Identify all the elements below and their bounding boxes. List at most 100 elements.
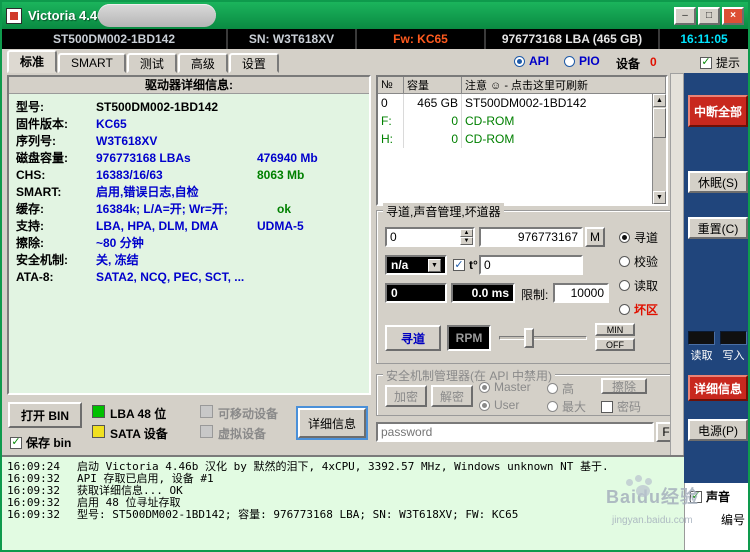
hint-checkbox[interactable]: ✓ — [700, 56, 712, 69]
password-checkbox[interactable] — [601, 400, 613, 413]
verify-radio[interactable] — [619, 256, 630, 267]
off-button[interactable]: OFF — [595, 338, 635, 351]
temperature-input[interactable] — [479, 255, 583, 275]
scroll-up-icon[interactable]: ▲ — [653, 94, 666, 107]
break-all-button[interactable]: 中断全部 — [688, 95, 748, 127]
password-check-label: 密码 — [617, 400, 642, 414]
master-label: Master — [494, 380, 531, 394]
start-lba-input[interactable] — [387, 229, 460, 245]
dropdown-arrow-icon[interactable]: ▼ — [428, 258, 441, 272]
api-mode-option[interactable]: API — [514, 54, 549, 68]
tab-advanced[interactable]: 高级 — [177, 53, 228, 73]
field-label: 磁盘容量: — [16, 151, 68, 165]
device-capacity: 0 — [404, 130, 462, 148]
virtual-legend-swatch — [200, 425, 213, 438]
read-radio[interactable] — [619, 280, 630, 291]
sound-checkbox[interactable]: ✓ — [690, 490, 702, 503]
password-input[interactable] — [376, 422, 654, 442]
field-label: 擦除: — [16, 236, 44, 250]
mode-verify-option[interactable]: 校验 — [619, 253, 658, 270]
event-log[interactable]: 16:09:24 启动 Victoria 4.46b 汉化 by 默然的泪下, 4… — [2, 455, 684, 550]
minimize-button[interactable]: – — [674, 6, 696, 25]
lba48-legend-swatch — [92, 405, 105, 418]
user-option[interactable]: User — [479, 398, 519, 412]
reset-button[interactable]: 重置(C) — [688, 217, 748, 239]
max-lba-button[interactable]: M — [585, 227, 605, 247]
read-indicator-label: 读取 — [690, 350, 713, 362]
sleep-button[interactable]: 休眠(S) — [688, 171, 748, 193]
field-label: ATA-8: — [16, 270, 54, 284]
device-row[interactable]: F: 0 CD-ROM — [378, 112, 666, 130]
pio-mode-option[interactable]: PIO — [564, 54, 600, 68]
high-radio[interactable] — [547, 383, 558, 394]
number-label: 编号 — [721, 513, 746, 527]
slider-thumb[interactable] — [523, 328, 534, 348]
acoustic-dropdown[interactable]: n/a ▼ — [385, 255, 447, 275]
max-option[interactable]: 最大 — [547, 398, 586, 415]
tab-smart[interactable]: SMART — [58, 53, 126, 73]
log-message: 型号: ST500DM002-1BD142; 容量: 976773168 LBA… — [77, 508, 519, 521]
user-radio[interactable] — [479, 399, 490, 411]
close-button[interactable]: × — [722, 6, 744, 25]
infobar-clock: 16:11:05 — [680, 32, 728, 46]
col-header-capacity[interactable]: 容量 — [404, 77, 462, 93]
temperature-option[interactable]: ✓ t° — [453, 258, 478, 272]
seek-radio[interactable] — [619, 232, 630, 243]
device-table-header[interactable]: № 容量 注意 ☺ - 点击这里可刷新 — [378, 77, 666, 94]
infobar-model: ST500DM002-1BD142 — [2, 29, 228, 49]
scroll-down-icon[interactable]: ▼ — [653, 191, 666, 204]
encrypt-button[interactable]: 加密 — [385, 385, 427, 407]
bad-radio[interactable] — [619, 304, 630, 315]
high-option[interactable]: 高 — [547, 380, 574, 397]
details-button[interactable]: 详细信息 — [298, 408, 366, 438]
device-row[interactable]: 0 465 GB ST500DM002-1BD142 — [378, 94, 666, 112]
save-bin-checkbox[interactable]: ✓ — [10, 436, 22, 449]
limit-input[interactable] — [553, 283, 609, 303]
spin-down-icon[interactable]: ▼ — [460, 237, 473, 245]
tab-bar: 标准 SMART 测试 高级 设置 API PIO 设备 0 ✓ 提示 — [2, 49, 748, 73]
sidebar-details-button[interactable]: 详细信息 — [688, 375, 748, 401]
end-lba-input[interactable] — [479, 227, 583, 247]
tab-settings[interactable]: 设置 — [228, 53, 279, 73]
acoustic-slider[interactable] — [499, 325, 587, 351]
seek-start-button[interactable]: 寻道 — [385, 325, 441, 351]
api-radio[interactable] — [514, 55, 525, 67]
mode-seek-option[interactable]: 寻道 — [619, 229, 658, 246]
field-label: CHS: — [16, 168, 46, 182]
device-table: № 容量 注意 ☺ - 点击这里可刷新 0 465 GB ST500DM002-… — [376, 75, 668, 206]
maximize-button[interactable]: □ — [698, 6, 720, 25]
tab-standard[interactable]: 标准 — [7, 50, 58, 73]
mode-bad-option[interactable]: 坏区 — [619, 301, 658, 318]
lba48-legend-label: LBA 48 位 — [110, 407, 167, 421]
password-option[interactable]: 密码 — [601, 398, 641, 415]
erase-button[interactable]: 擦除 — [601, 378, 647, 394]
device-row[interactable]: H: 0 CD-ROM — [378, 130, 666, 148]
mode-read-option[interactable]: 读取 — [619, 277, 658, 294]
field-value: 16383/16/63 — [96, 168, 163, 182]
drive-info-rows: 型号: ST500DM002-1BD142 固件版本: KC65 序列号: W3T61… — [9, 94, 369, 286]
maximize-icon: □ — [705, 9, 713, 21]
power-button[interactable]: 电源(P) — [688, 419, 748, 441]
max-radio[interactable] — [547, 401, 558, 412]
tab-test[interactable]: 测试 — [126, 53, 177, 73]
spin-up-icon[interactable]: ▲ — [460, 229, 473, 237]
vertical-scrollbar[interactable] — [670, 73, 684, 483]
save-bin-option[interactable]: ✓ 保存 bin — [10, 434, 71, 451]
min-button[interactable]: MIN — [595, 323, 635, 336]
scrollbar-thumb[interactable] — [653, 108, 666, 138]
master-radio[interactable] — [479, 381, 490, 393]
master-option[interactable]: Master — [479, 380, 531, 394]
temperature-label: t° — [469, 258, 478, 272]
sound-option[interactable]: ✓ 声音 — [690, 488, 730, 505]
close-icon: × — [730, 9, 736, 21]
titlebar: Victoria 4.46b – □ × — [2, 2, 748, 29]
temperature-checkbox[interactable]: ✓ — [453, 259, 465, 271]
decrypt-button[interactable]: 解密 — [431, 385, 473, 407]
pio-radio[interactable] — [564, 55, 575, 67]
check-icon: ✓ — [11, 436, 21, 448]
table-scrollbar[interactable]: ▲ ▼ — [652, 94, 666, 204]
hint-option[interactable]: ✓ 提示 — [700, 54, 740, 71]
open-bin-button[interactable]: 打开 BIN — [8, 402, 82, 428]
col-header-number[interactable]: № — [378, 77, 404, 93]
col-header-note[interactable]: 注意 ☺ - 点击这里可刷新 — [462, 77, 666, 93]
